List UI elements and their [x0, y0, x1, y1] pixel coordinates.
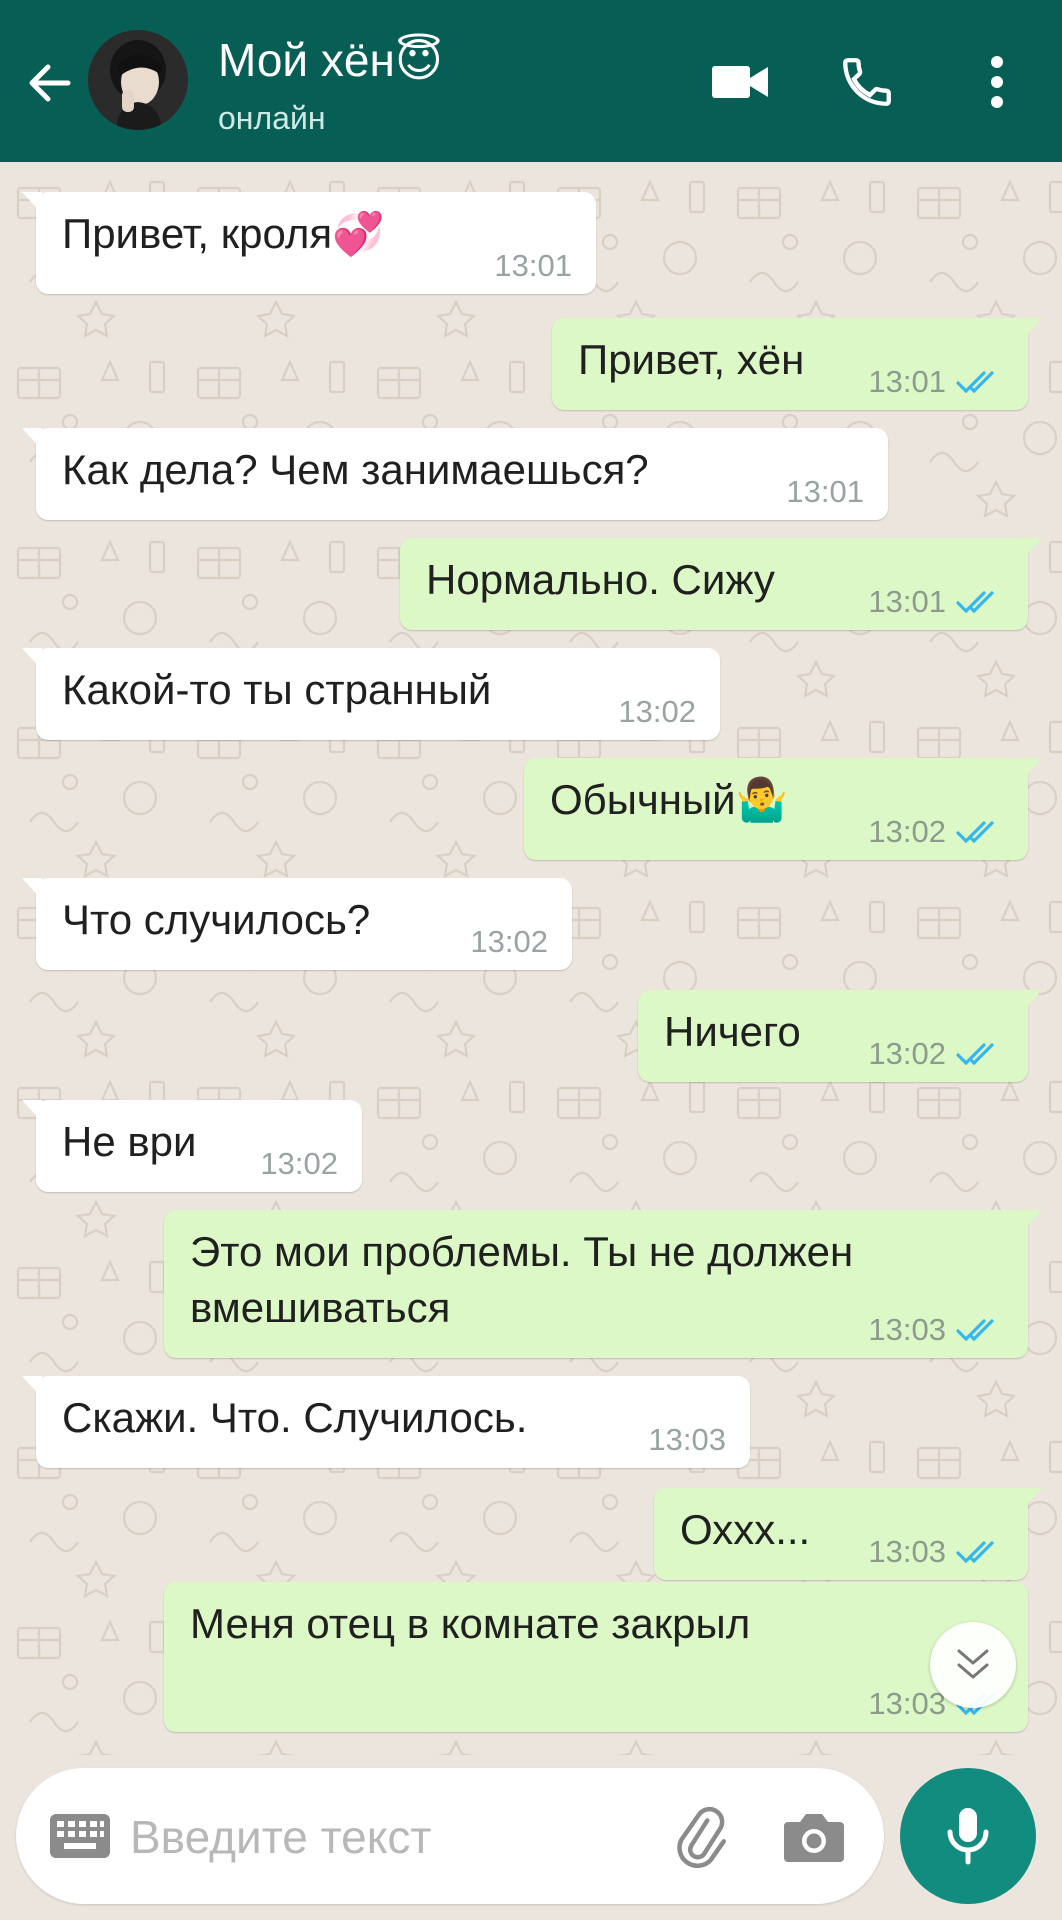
camera-icon[interactable]: [782, 1806, 846, 1866]
message-incoming[interactable]: Скажи. Что. Случилось. 13:03: [22, 1376, 750, 1468]
message-time: 13:02: [868, 1036, 946, 1071]
message-outgoing[interactable]: Оххх... 13:03: [654, 1488, 1042, 1580]
contact-status: онлайн: [218, 100, 326, 136]
message-time: 13:03: [868, 1686, 946, 1721]
message-time: 13:01: [494, 248, 572, 283]
message-text: Скажи. Что. Случилось.: [62, 1394, 528, 1441]
message-outgoing[interactable]: Обычный🤷‍♂️ 13:02: [524, 758, 1042, 860]
message-time: 13:02: [260, 1146, 338, 1181]
message-incoming[interactable]: Какой-то ты странный 13:02: [22, 648, 720, 740]
double-check-icon: [956, 591, 994, 614]
keyboard-icon[interactable]: [48, 1812, 112, 1860]
scroll-to-bottom-button[interactable]: [930, 1622, 1016, 1708]
message-text: Какой-то ты странный: [62, 666, 492, 713]
message-outgoing[interactable]: Это мои проблемы. Ты не должен вмешивать…: [164, 1210, 1042, 1358]
paperclip-icon[interactable]: [666, 1802, 736, 1872]
double-check-icon: [956, 1319, 994, 1342]
video-call-button[interactable]: [700, 46, 780, 118]
message-outgoing[interactable]: Ничего 13:02: [638, 990, 1042, 1082]
message-incoming[interactable]: Что случилось? 13:02: [22, 878, 572, 970]
message-time: 13:01: [786, 474, 864, 509]
message-time: 13:02: [470, 924, 548, 959]
message-composer: [16, 1768, 884, 1904]
message-time: 13:03: [868, 1534, 946, 1569]
microphone-icon: [947, 1808, 989, 1865]
message-text: Меня отец в комнате закрыл: [190, 1600, 751, 1647]
double-check-icon: [956, 1541, 994, 1564]
double-check-icon: [956, 821, 994, 844]
message-list[interactable]: Привет, кроля💞 13:01 Привет, хён 13:01 К…: [0, 162, 1062, 1755]
arrow-left-icon[interactable]: [22, 55, 78, 111]
contact-name[interactable]: Мой хён😇: [218, 32, 443, 88]
message-text: Как дела? Чем занимаешься?: [62, 446, 649, 493]
video-camera-icon: [712, 66, 768, 98]
message-incoming[interactable]: Привет, кроля💞 13:01: [22, 192, 596, 294]
message-time: 13:02: [868, 814, 946, 849]
chat-header: Мой хён😇 онлайн: [0, 0, 1062, 162]
double-check-icon: [956, 1043, 994, 1066]
chevron-double-down-icon: [957, 1649, 989, 1679]
message-outgoing[interactable]: Нормально. Сижу 13:01: [400, 538, 1042, 630]
double-check-icon: [956, 371, 994, 394]
phone-icon: [843, 58, 891, 106]
message-time: 13:01: [868, 584, 946, 619]
message-incoming[interactable]: Как дела? Чем занимаешься? 13:01: [22, 428, 888, 520]
avatar[interactable]: [88, 30, 188, 130]
message-outgoing[interactable]: Меня отец в комнате закрыл 13:03: [164, 1582, 1028, 1732]
message-input[interactable]: [128, 1802, 652, 1872]
more-vert-icon: [991, 56, 1003, 108]
message-time: 13:03: [648, 1422, 726, 1457]
message-time: 13:03: [868, 1312, 946, 1347]
voice-record-button[interactable]: [900, 1768, 1036, 1904]
message-outgoing[interactable]: Привет, хён 13:01: [552, 318, 1042, 410]
message-time: 13:01: [868, 364, 946, 399]
message-incoming[interactable]: Не ври 13:02: [22, 1100, 362, 1192]
message-time: 13:02: [618, 694, 696, 729]
voice-call-button[interactable]: [827, 46, 907, 118]
menu-button[interactable]: [957, 46, 1037, 118]
